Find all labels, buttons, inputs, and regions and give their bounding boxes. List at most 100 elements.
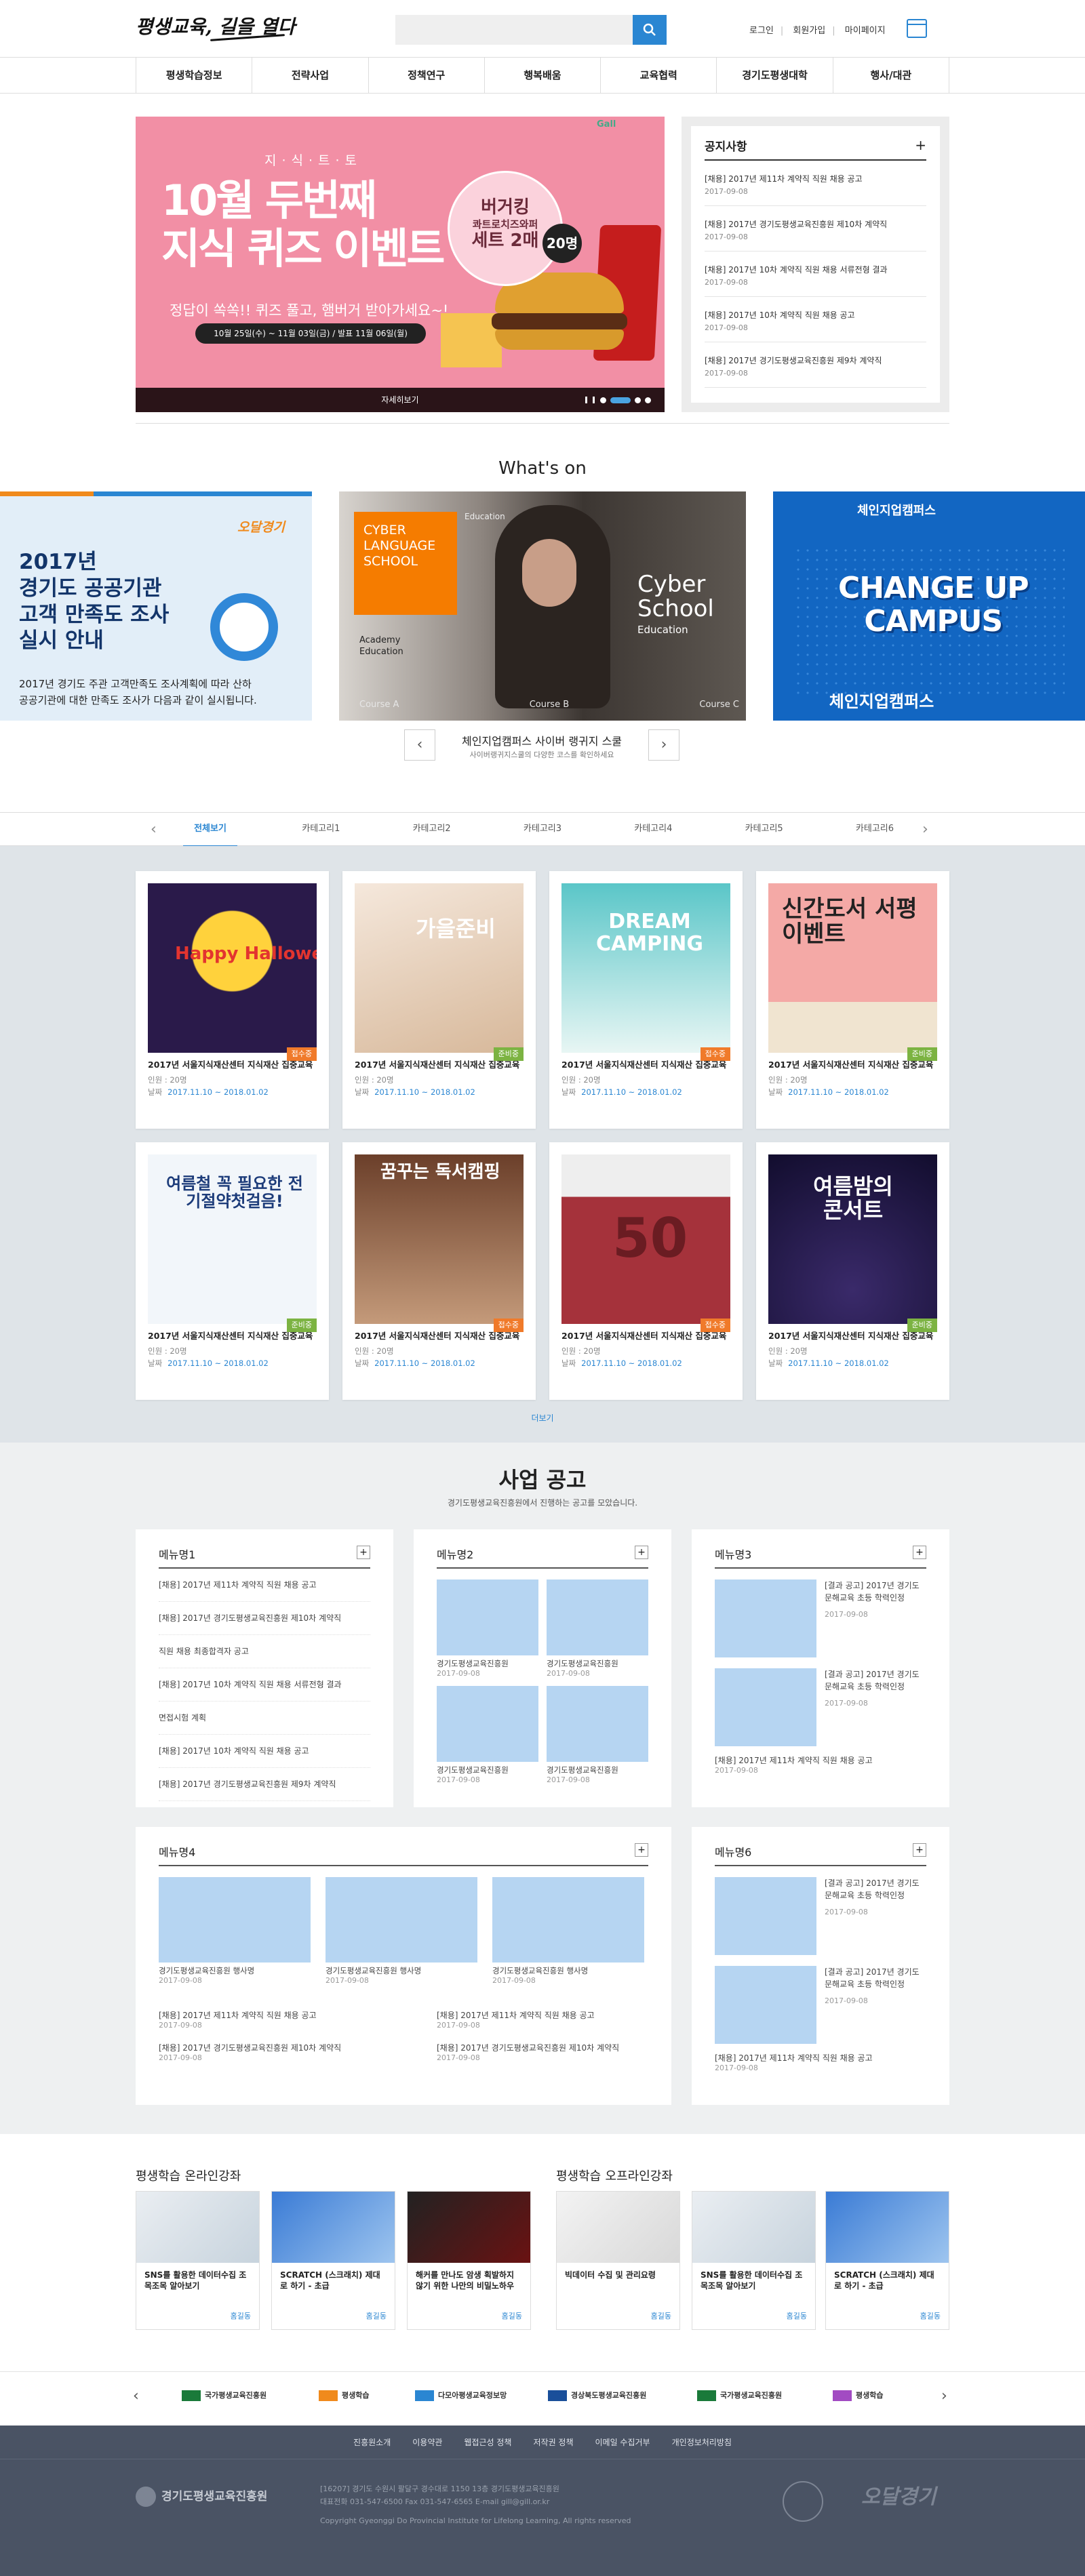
tab-category[interactable]: 카테고리1	[294, 813, 348, 847]
lecture-card[interactable]: 빅데이터 수집 및 관리요령 홈길동	[556, 2191, 680, 2330]
chevron-left-icon[interactable]: ‹	[151, 821, 157, 838]
partner-logo[interactable]: 평생학습	[319, 2390, 369, 2401]
notice-item[interactable]: [채용] 2017년 경기도평생교육진흥원 제10차 계약직 2017-09-08	[705, 206, 926, 251]
list-item[interactable]: [채용] 2017년 제11차 계약직 직원 채용 공고 2017-09-08	[715, 1754, 926, 1775]
tab-category[interactable]: 카테고리4	[626, 813, 680, 847]
list-item[interactable]: 직원 채용 최종합격자 공고	[159, 1635, 370, 1668]
nav-item[interactable]: 교육협력	[600, 58, 716, 93]
lecture-card[interactable]: SNS를 활용한 데이터수집 조목조목 알아보기 홈길동	[136, 2191, 260, 2330]
notice-item[interactable]: [채용] 2017년 10차 계약직 직원 채용 공고 2017-09-08	[705, 297, 926, 342]
footer-link[interactable]: 웹접근성 정책	[464, 2426, 511, 2459]
whatson-slide-left[interactable]: 오달경기 2017년 경기도 공공기관 고객 만족도 조사 실시 안내 2017년 경…	[0, 491, 312, 721]
plus-icon[interactable]: +	[635, 1843, 648, 1857]
footer-link[interactable]: 진흥원소개	[353, 2426, 391, 2459]
partner-logo[interactable]: 다모아평생교육정보망	[415, 2390, 507, 2401]
plus-icon[interactable]: +	[635, 1546, 648, 1559]
whatson-slide-center[interactable]: CYBER LANGUAGE SCHOOL Education Cyber Schoo…	[339, 491, 746, 721]
gallery-item[interactable]: 경기도평생교육진흥원 2017-09-08	[547, 1579, 648, 1678]
whatson-slide-right[interactable]: 체인지업캠퍼스 CHANGE UP CAMPUS 체인지업캠퍼스	[773, 491, 1085, 721]
whatson-next-button[interactable]: ›	[648, 729, 679, 761]
nav-item[interactable]: 행복배움	[484, 58, 600, 93]
list-item[interactable]: [결과 공고] 2017년 경기도 문해교육 초등 학력인정 2017-09-08	[715, 1877, 926, 1955]
list-item[interactable]: [채용] 2017년 제11차 계약직 직원 채용 공고 2017-09-08	[437, 2009, 647, 2030]
chevron-right-icon[interactable]: ›	[922, 821, 928, 838]
tab-all[interactable]: 전체보기	[183, 813, 237, 847]
chevron-left-icon[interactable]: ‹	[133, 2388, 139, 2404]
pager-dot[interactable]	[600, 397, 606, 403]
main-banner[interactable]: Gall 지·식·트·토 10월 두번째 지식 퀴즈 이벤트 정답이 쏙쏙!! 퀴…	[136, 117, 665, 412]
gallery-item[interactable]: 경기도평생교육진흥원 행사명 2017-09-08	[492, 1877, 644, 1985]
partner-logo[interactable]: 국가평생교육진흥원	[697, 2390, 782, 2401]
lecture-card[interactable]: 해커를 만나도 암생 획발하지 않기 위한 나만의 비밀노하우 홈길동	[407, 2191, 531, 2330]
nav-item[interactable]: 행사/대관	[832, 58, 949, 93]
partner-logo[interactable]: 평생학습	[833, 2390, 883, 2401]
program-card[interactable]: 꿈꾸는 독서캠핑 접수중 2017년 서울지식재산센터 지식재산 집중교육 인원…	[342, 1142, 536, 1400]
list-item[interactable]: 면접시험 계획	[159, 1702, 370, 1735]
search-button[interactable]	[633, 15, 667, 45]
list-item[interactable]: [채용] 2017년 경기도평생교육진흥원 제10차 계약직 2017-09-08	[159, 2042, 437, 2062]
plus-icon[interactable]: +	[913, 1546, 926, 1559]
nav-item[interactable]: 경기도평생대학	[716, 58, 832, 93]
plus-icon[interactable]: +	[915, 137, 926, 153]
tab-category[interactable]: 카테고리5	[737, 813, 791, 847]
list-item[interactable]: [채용] 2017년 제11차 계약직 직원 채용 공고 2017-09-08	[715, 2052, 926, 2072]
search-input[interactable]	[395, 15, 633, 45]
list-item[interactable]: [채용] 2017년 제11차 계약직 직원 채용 공고	[159, 1569, 370, 1602]
gallery-item[interactable]: 경기도평생교육진흥원 행사명 2017-09-08	[326, 1877, 477, 1985]
partner-logo[interactable]: 국가평생교육진흥원	[182, 2390, 267, 2401]
tab-category[interactable]: 카테고리2	[405, 813, 459, 847]
nav-item[interactable]: 전략사업	[252, 58, 368, 93]
gallery-item[interactable]: 경기도평생교육진흥원 2017-09-08	[547, 1686, 648, 1784]
nav-item[interactable]: 정책연구	[368, 58, 484, 93]
nav-item[interactable]: 평생학습정보	[136, 58, 252, 93]
pager-dot-active[interactable]	[610, 397, 631, 403]
signup-link[interactable]: 회원가입	[793, 26, 825, 36]
pause-icon[interactable]	[585, 397, 587, 403]
gallery-item[interactable]: 경기도평생교육진흥원 2017-09-08	[437, 1686, 538, 1784]
program-card[interactable]: 신간도서 서평이벤트 준비중 2017년 서울지식재산센터 지식재산 집중교육 …	[756, 871, 949, 1129]
footer-link[interactable]: 개인정보처리방침	[672, 2426, 732, 2459]
chevron-right-icon[interactable]: ›	[941, 2388, 947, 2404]
program-card[interactable]: 가을준비 준비중 2017년 서울지식재산센터 지식재산 집중교육 인원 : 2…	[342, 871, 536, 1129]
footer-link[interactable]: 이용약관	[412, 2426, 442, 2459]
list-item[interactable]: [결과 공고] 2017년 경기도 문해교육 초등 학력인정 2017-09-08	[715, 1668, 926, 1746]
pager-dot[interactable]	[635, 397, 641, 403]
list-item[interactable]: [채용] 2017년 경기도평생교육진흥원 제9차 계약직	[159, 1768, 370, 1801]
list-item[interactable]: [결과 공고] 2017년 경기도 문해교육 초등 학력인정 2017-09-08	[715, 1579, 926, 1657]
notice-item[interactable]: [채용] 2017년 경기도평생교육진흥원 제9차 계약직 2017-09-08	[705, 342, 926, 388]
calendar-icon[interactable]	[907, 19, 927, 38]
notice-item[interactable]: [채용] 2017년 제11차 계약직 직원 채용 공고 2017-09-08	[705, 161, 926, 206]
gallery-item[interactable]: 경기도평생교육진흥원 행사명 2017-09-08	[159, 1877, 311, 1985]
plus-icon[interactable]: +	[913, 1843, 926, 1857]
footer-link[interactable]: 저작권 정책	[533, 2426, 573, 2459]
footer-link[interactable]: 이메일 수집거부	[595, 2426, 650, 2459]
tab-category[interactable]: 카테고리3	[515, 813, 570, 847]
program-card[interactable]: 50 접수중 2017년 서울지식재산센터 지식재산 집중교육 인원 : 20명…	[549, 1142, 743, 1400]
program-card[interactable]: 여름밤의 콘서트 준비중 2017년 서울지식재산센터 지식재산 집중교육 인원…	[756, 1142, 949, 1400]
mypage-link[interactable]: 마이페이지	[845, 26, 886, 36]
program-card[interactable]: DREAM CAMPING 접수중 2017년 서울지식재산센터 지식재산 집중…	[549, 871, 743, 1129]
pager-dot[interactable]	[645, 397, 651, 403]
lecture-card[interactable]: SNS를 활용한 데이터수집 조목조목 알아보기 홈길동	[692, 2191, 816, 2330]
login-link[interactable]: 로그인	[749, 26, 774, 36]
list-item[interactable]: [채용] 2017년 10차 계약직 직원 채용 서류전형 결과	[159, 1668, 370, 1702]
list-item[interactable]: [채용] 2017년 경기도평생교육진흥원 제10차 계약직 2017-09-08	[437, 2042, 647, 2062]
more-link[interactable]: 더보기	[0, 1412, 1085, 1424]
banner-more-link[interactable]: 자세히보기	[381, 395, 418, 405]
list-item[interactable]: [채용] 2017년 경기도평생교육진흥원 제10차 계약직	[159, 1602, 370, 1635]
site-logo[interactable]: 평생교육, 길을 열다	[136, 12, 295, 46]
list-item[interactable]: [결과 공고] 2017년 경기도 문해교육 초등 학력인정 2017-09-08	[715, 1966, 926, 2044]
top-links: 로그인 | 회원가입 | 마이페이지	[749, 26, 886, 36]
list-item[interactable]: [채용] 2017년 제11차 계약직 직원 채용 공고 2017-09-08	[159, 2009, 437, 2030]
program-card[interactable]: Happy Halloween 접수중 2017년 서울지식재산센터 지식재산 …	[136, 871, 329, 1129]
list-item[interactable]: [채용] 2017년 10차 계약직 직원 채용 공고	[159, 1735, 370, 1768]
tab-category[interactable]: 카테고리6	[848, 813, 902, 847]
lecture-card[interactable]: SCRATCH (스크래치) 제대로 하기 - 초급 홈길동	[271, 2191, 395, 2330]
plus-icon[interactable]: +	[357, 1546, 370, 1559]
lecture-card[interactable]: SCRATCH (스크래치) 제대로 하기 - 초급 홈길동	[825, 2191, 949, 2330]
program-card[interactable]: 여름철 꼭 필요한 전기절약첫걸음! 준비중 2017년 서울지식재산센터 지식…	[136, 1142, 329, 1400]
category-tabs: ‹ 전체보기 카테고리1 카테고리2 카테고리3 카테고리4 카테고리5 카테고…	[0, 812, 1085, 847]
partner-logo[interactable]: 경상북도평생교육진흥원	[548, 2390, 646, 2401]
notice-item[interactable]: [채용] 2017년 10차 계약직 직원 채용 서류전형 결과 2017-09-…	[705, 251, 926, 297]
gallery-item[interactable]: 경기도평생교육진흥원 2017-09-08	[437, 1579, 538, 1678]
